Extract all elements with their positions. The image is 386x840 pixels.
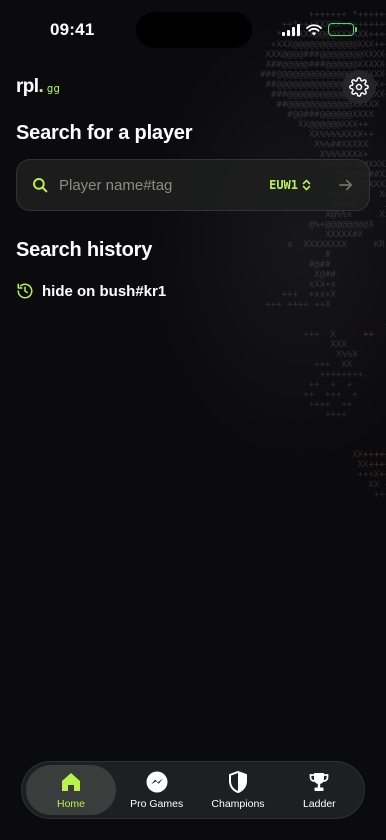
tab-home[interactable]: Home bbox=[26, 765, 116, 815]
logo-dot: . bbox=[38, 76, 44, 97]
player-search-input[interactable]: Player name#tag bbox=[59, 177, 269, 194]
wifi-icon bbox=[306, 23, 322, 35]
gear-icon bbox=[349, 77, 369, 97]
player-search-box[interactable]: Player name#tag EUW1 bbox=[16, 159, 370, 211]
arrow-right-icon[interactable] bbox=[337, 176, 355, 194]
history-item[interactable]: hide on bush#kr1 bbox=[16, 280, 370, 302]
tab-ladder-label: Ladder bbox=[302, 798, 336, 810]
tab-champions-label: Champions bbox=[211, 798, 265, 810]
logo-wordmark: rpl bbox=[16, 76, 39, 97]
champions-shield-icon bbox=[226, 770, 250, 794]
region-value: EUW1 bbox=[269, 178, 298, 192]
status-bar: 09:41 bbox=[0, 0, 386, 54]
app-logo[interactable]: rpl . gg bbox=[16, 76, 60, 98]
region-select[interactable]: EUW1 bbox=[269, 178, 311, 192]
bottom-tab-bar: Home Pro Games Champions Ladder bbox=[21, 761, 365, 819]
dynamic-island bbox=[136, 12, 252, 48]
history-icon bbox=[17, 283, 33, 299]
pro-games-icon bbox=[145, 770, 169, 794]
home-icon bbox=[59, 770, 83, 794]
tab-home-label: Home bbox=[56, 798, 85, 810]
logo-tld: gg bbox=[46, 82, 61, 95]
trophy-icon bbox=[307, 770, 331, 794]
tab-pro-games-label: Pro Games bbox=[130, 798, 184, 810]
tab-pro-games[interactable]: Pro Games bbox=[116, 765, 197, 815]
chevron-up-down-icon bbox=[302, 179, 311, 191]
app-header: rpl . gg bbox=[16, 70, 376, 104]
search-history-title: Search history bbox=[16, 239, 153, 261]
search-title: Search for a player bbox=[16, 122, 193, 144]
settings-button[interactable] bbox=[342, 70, 376, 104]
status-icons bbox=[282, 23, 357, 36]
cellular-signal-icon bbox=[282, 23, 300, 36]
tab-ladder[interactable]: Ladder bbox=[279, 765, 360, 815]
tab-champions[interactable]: Champions bbox=[197, 765, 278, 815]
battery-charging-icon bbox=[328, 23, 357, 36]
history-item-name: hide on bush#kr1 bbox=[42, 282, 167, 300]
status-time: 09:41 bbox=[50, 20, 95, 39]
search-icon bbox=[33, 178, 48, 193]
